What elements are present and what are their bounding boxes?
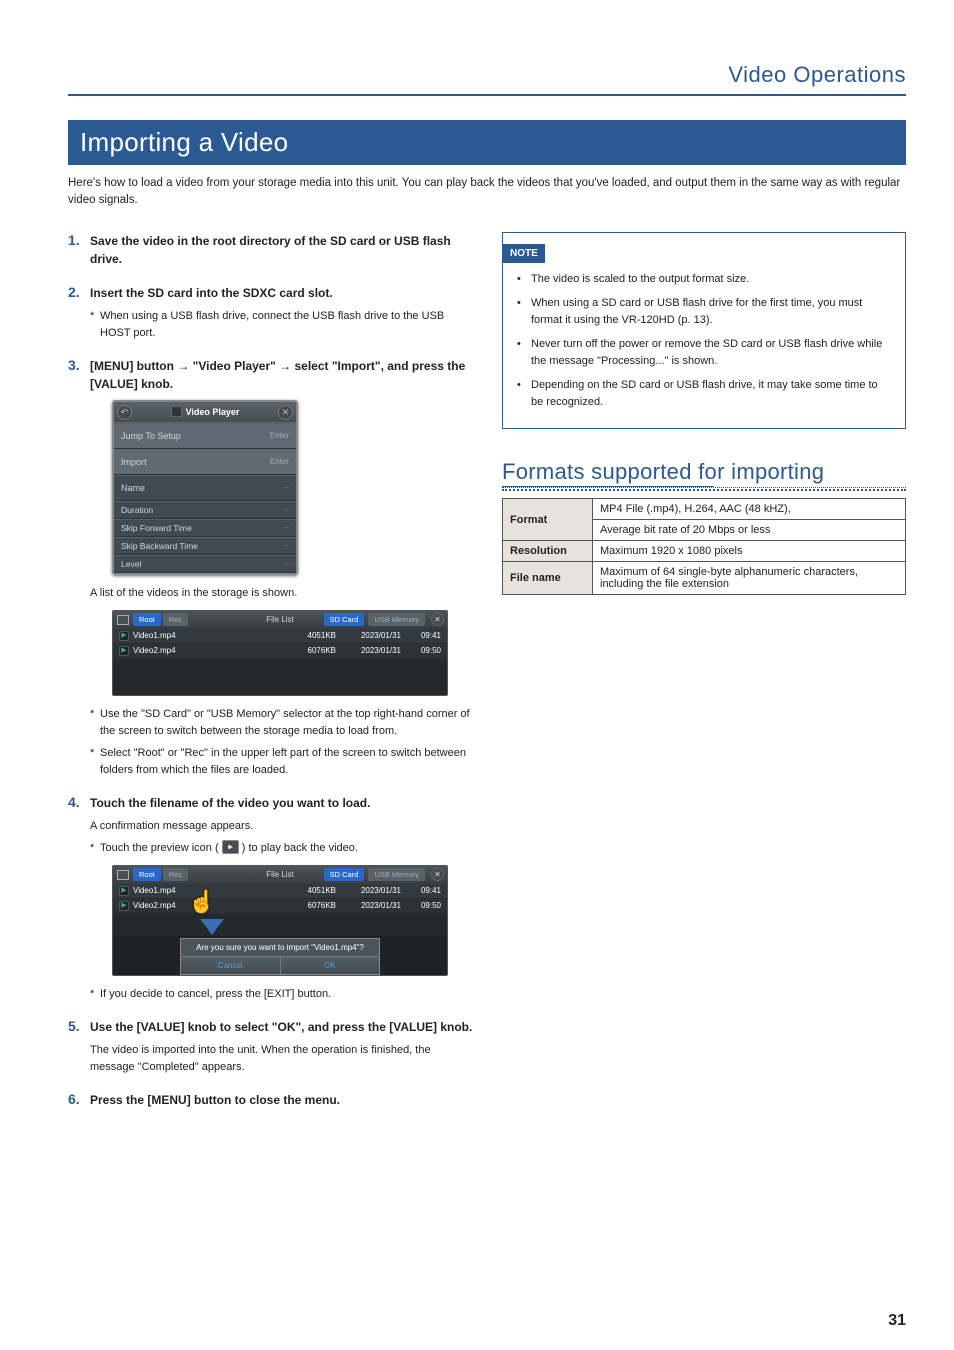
- step-1-text: Save the video in the root directory of …: [90, 232, 474, 268]
- page-title: Importing a Video: [68, 120, 906, 165]
- step-4-sub2: If you decide to cancel, press the [EXIT…: [100, 986, 331, 1003]
- play-icon[interactable]: ▶: [119, 901, 129, 911]
- file-row[interactable]: ▶ Video1.mp4 4051KB 2023/01/31 09:41 ☝: [113, 884, 447, 899]
- page-number: 31: [888, 1312, 906, 1330]
- step-3-sub2: Select "Root" or "Rec" in the upper left…: [100, 745, 474, 779]
- close-icon[interactable]: ✕: [431, 868, 444, 881]
- section-header: Video Operations: [68, 62, 906, 94]
- note-label: NOTE: [503, 244, 545, 264]
- step-4-num: 4.: [68, 794, 90, 1008]
- close-icon[interactable]: ✕: [431, 613, 444, 626]
- td-format-2: Average bit rate of 20 Mbps or less: [593, 520, 906, 541]
- play-icon[interactable]: ▶: [119, 646, 129, 656]
- vp-title: Video Player: [186, 407, 240, 417]
- formats-table: Format MP4 File (.mp4), H.264, AAC (48 k…: [502, 498, 906, 595]
- play-icon[interactable]: ▶: [119, 886, 129, 896]
- vp-row-skipback[interactable]: Skip Backward Time–: [114, 537, 296, 555]
- step-2-num: 2.: [68, 284, 90, 347]
- step-5-text: Use the [VALUE] knob to select "OK", and…: [90, 1018, 474, 1036]
- dialog-message: Are you sure you want to import "Video1.…: [181, 939, 379, 956]
- src-usb[interactable]: USB Memory: [368, 613, 425, 626]
- file-list-ui-confirm: Root Rec File List SD Card USB Memory ✕: [112, 865, 448, 976]
- file-row[interactable]: ▶ Video1.mp4 4051KB 2023/01/31 09:41: [113, 629, 447, 644]
- file-row[interactable]: ▶ Video2.mp4 6076KB 2023/01/31 09:50: [113, 899, 447, 914]
- src-sdcard[interactable]: SD Card: [324, 868, 365, 881]
- step-3-after: A list of the videos in the storage is s…: [90, 585, 474, 602]
- step-6-num: 6.: [68, 1091, 90, 1115]
- step-5-num: 5.: [68, 1018, 90, 1081]
- file-row[interactable]: ▶ Video2.mp4 6076KB 2023/01/31 09:50: [113, 644, 447, 659]
- vp-row-duration[interactable]: Duration–: [114, 501, 296, 519]
- note-item: The video is scaled to the output format…: [531, 271, 749, 288]
- vp-row-level[interactable]: Level–: [114, 555, 296, 573]
- preview-icon: [222, 840, 239, 854]
- src-sdcard[interactable]: SD Card: [324, 613, 365, 626]
- step-3-num: 3.: [68, 357, 90, 784]
- note-item: When using a SD card or USB flash drive …: [531, 295, 891, 329]
- note-item: Never turn off the power or remove the S…: [531, 336, 891, 370]
- th-filename: File name: [503, 562, 593, 595]
- ok-button[interactable]: OK: [281, 957, 380, 974]
- close-icon[interactable]: ✕: [278, 405, 293, 420]
- src-usb[interactable]: USB Memory: [368, 868, 425, 881]
- step-5-after: The video is imported into the unit. Whe…: [90, 1042, 474, 1076]
- step-4-text: Touch the filename of the video you want…: [90, 794, 474, 812]
- back-icon[interactable]: ↶: [117, 405, 132, 420]
- note-item: Depending on the SD card or USB flash dr…: [531, 377, 891, 411]
- step-1-num: 1.: [68, 232, 90, 274]
- td-filename: Maximum of 64 single-byte alphanumeric c…: [593, 562, 906, 595]
- videoplayer-icon: [171, 406, 182, 417]
- note-box: NOTE The video is scaled to the output f…: [502, 232, 906, 430]
- vp-row-import[interactable]: ImportEnter: [114, 449, 296, 475]
- cancel-button[interactable]: Cancel: [181, 957, 281, 974]
- step-6-text: Press the [MENU] button to close the men…: [90, 1091, 474, 1109]
- heading-underline: [502, 487, 906, 488]
- step-3-text: [MENU] button → "Video Player" → select …: [90, 357, 474, 393]
- vp-row-jump[interactable]: Jump To SetupEnter: [114, 423, 296, 449]
- play-icon[interactable]: ▶: [119, 631, 129, 641]
- step-4-after: A confirmation message appears.: [90, 818, 474, 835]
- td-resolution: Maximum 1920 x 1080 pixels: [593, 541, 906, 562]
- confirm-dialog: Are you sure you want to import "Video1.…: [180, 938, 380, 975]
- step-2-text: Insert the SD card into the SDXC card sl…: [90, 284, 474, 302]
- video-player-ui: ↶ Video Player ✕ Jump To SetupEnter Impo…: [112, 400, 298, 575]
- td-format-1: MP4 File (.mp4), H.264, AAC (48 kHZ),: [593, 499, 906, 520]
- vp-row-name[interactable]: Name–: [114, 475, 296, 501]
- formats-heading: Formats supported for importing: [502, 459, 906, 485]
- th-format: Format: [503, 499, 593, 541]
- th-resolution: Resolution: [503, 541, 593, 562]
- intro-text: Here's how to load a video from your sto…: [68, 175, 906, 210]
- vp-row-skipfwd[interactable]: Skip Forward Time–: [114, 519, 296, 537]
- step-2-sub: When using a USB flash drive, connect th…: [100, 308, 474, 342]
- step-3-sub1: Use the "SD Card" or "USB Memory" select…: [100, 706, 474, 740]
- file-list-ui: Root Rec File List SD Card USB Memory ✕: [112, 610, 448, 696]
